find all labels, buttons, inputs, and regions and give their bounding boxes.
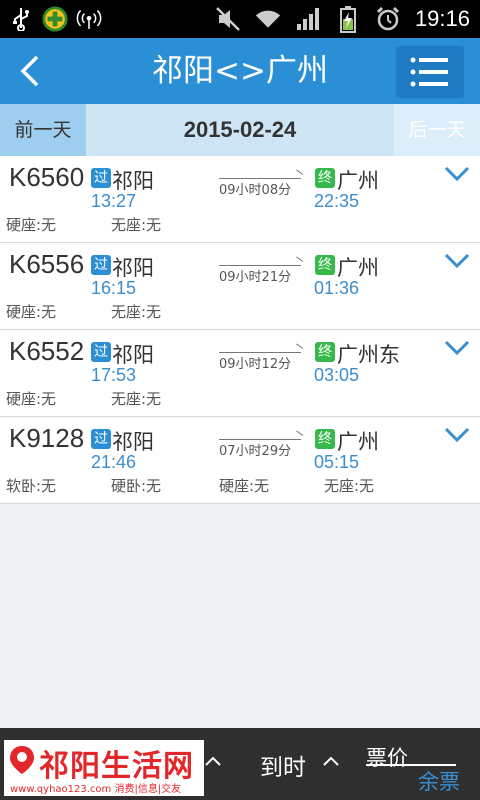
arrive-time: 05:15 xyxy=(314,452,360,472)
expand-button[interactable] xyxy=(444,164,470,184)
battery-charging-icon xyxy=(335,6,361,33)
seat-availability: 无座:无 xyxy=(111,390,162,408)
alarm-icon xyxy=(375,6,401,32)
logo-mark-icon xyxy=(10,746,34,774)
status-bar: 19:16 xyxy=(0,0,480,38)
expand-button[interactable] xyxy=(444,425,470,445)
pass-badge: 过 xyxy=(91,429,111,449)
duration-text: 09小时12分 xyxy=(219,357,292,372)
wifi-signal-icon xyxy=(76,6,102,32)
pass-badge: 过 xyxy=(91,342,111,362)
seat-availability: 硬卧:无 xyxy=(111,477,162,495)
title-bar: 祁阳<>广州 xyxy=(0,38,480,104)
prev-day-button[interactable]: 前一天 xyxy=(0,104,86,156)
page-title: 祁阳<>广州 xyxy=(152,53,328,89)
train-number: K6552 xyxy=(9,336,85,366)
seat-availability: 硬座:无 xyxy=(6,390,57,408)
train-row[interactable]: K6560 过 祁阳 13:27 09小时08分 终 广州 22:35 硬座:无… xyxy=(0,156,480,243)
menu-icon xyxy=(410,57,448,87)
back-arrow-icon xyxy=(20,55,39,87)
depart-time: 13:27 xyxy=(91,191,137,211)
logo-text: 祁阳生活网 xyxy=(39,749,194,784)
site-logo[interactable]: 祁阳生活网 www.qyhao123.com 消费|信息|交友 xyxy=(4,740,204,796)
depart-time: 21:46 xyxy=(91,452,137,472)
train-number: K9128 xyxy=(9,423,85,453)
sort-by-price-button[interactable]: 票价 xyxy=(366,742,408,772)
seat-availability: 无座:无 xyxy=(324,477,375,495)
chevron-down-icon xyxy=(444,340,470,356)
chevron-down-icon xyxy=(444,253,470,269)
arrive-time: 01:36 xyxy=(314,278,360,298)
menu-button[interactable] xyxy=(396,46,464,98)
chevron-down-icon xyxy=(444,166,470,182)
duration-text: 07小时29分 xyxy=(219,444,292,459)
train-row[interactable]: K9128 过 祁阳 21:46 07小时29分 终 广州 05:15 软卧:无… xyxy=(0,417,480,504)
sort-caret-up-icon[interactable] xyxy=(322,752,340,770)
sort-caret-up-icon[interactable] xyxy=(204,752,222,770)
expand-button[interactable] xyxy=(444,251,470,271)
pass-badge: 过 xyxy=(91,168,111,188)
seat-availability: 软卧:无 xyxy=(6,477,57,495)
seat-availability: 无座:无 xyxy=(111,303,162,321)
train-number: K6560 xyxy=(9,162,85,192)
train-list: K6560 过 祁阳 13:27 09小时08分 终 广州 22:35 硬座:无… xyxy=(0,156,480,504)
mute-icon xyxy=(215,6,241,32)
terminal-badge: 终 xyxy=(315,255,335,275)
cell-signal-icon xyxy=(295,6,321,32)
duration-text: 09小时08分 xyxy=(219,183,292,198)
360-security-icon xyxy=(42,6,68,32)
terminal-badge: 终 xyxy=(315,429,335,449)
arrive-time: 03:05 xyxy=(314,365,360,385)
seat-availability: 无座:无 xyxy=(111,216,162,234)
bottom-sort-bar: 祁阳生活网 www.qyhao123.com 消费|信息|交友 到时 票价 余票 xyxy=(0,728,480,800)
expand-button[interactable] xyxy=(444,338,470,358)
train-number: K6556 xyxy=(9,249,85,279)
duration-text: 09小时21分 xyxy=(219,270,292,285)
sort-by-arrival-button[interactable]: 到时 xyxy=(260,748,306,782)
usb-icon xyxy=(8,6,34,32)
seat-availability: 硬座:无 xyxy=(6,303,57,321)
date-bar: 前一天 2015-02-24 后一天 xyxy=(0,104,480,156)
depart-time: 17:53 xyxy=(91,365,137,385)
train-row[interactable]: K6556 过 祁阳 16:15 09小时21分 终 广州 01:36 硬座:无… xyxy=(0,243,480,330)
sort-by-remaining-button[interactable]: 余票 xyxy=(418,766,460,796)
next-day-button[interactable]: 后一天 xyxy=(394,104,480,156)
wifi-icon xyxy=(255,6,281,32)
train-row[interactable]: K6552 过 祁阳 17:53 09小时12分 终 广州东 03:05 硬座:… xyxy=(0,330,480,417)
terminal-badge: 终 xyxy=(315,168,335,188)
pass-badge: 过 xyxy=(91,255,111,275)
terminal-badge: 终 xyxy=(315,342,335,362)
selected-date[interactable]: 2015-02-24 xyxy=(86,104,394,156)
arrive-time: 22:35 xyxy=(314,191,360,211)
seat-availability: 硬座:无 xyxy=(219,477,270,495)
depart-time: 16:15 xyxy=(91,278,137,298)
logo-subtext: www.qyhao123.com 消费|信息|交友 xyxy=(10,784,182,795)
back-button[interactable] xyxy=(10,46,50,96)
clock: 19:16 xyxy=(414,6,470,31)
seat-availability: 硬座:无 xyxy=(6,216,57,234)
chevron-down-icon xyxy=(444,427,470,443)
